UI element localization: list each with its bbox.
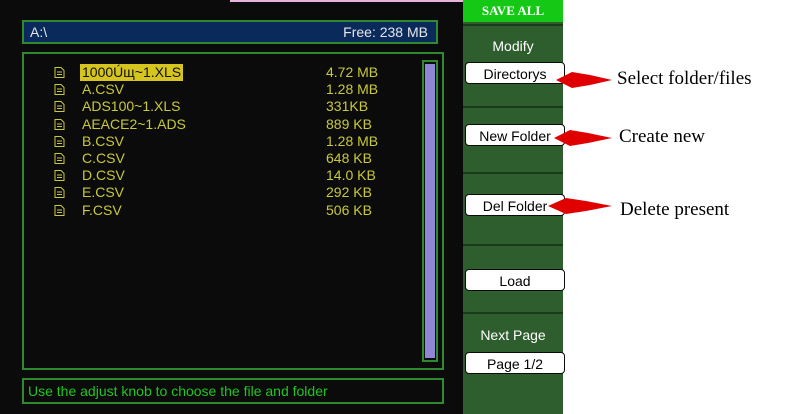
modify-label: Modify xyxy=(492,38,534,54)
file-row[interactable]: ADS100~1.XLS 331KB xyxy=(54,98,414,115)
file-name: 1000Úщ~1.XLS xyxy=(80,64,184,81)
file-size: 292 KB xyxy=(326,184,372,201)
file-row[interactable]: E.CSV 292 KB xyxy=(54,184,414,201)
document-icon xyxy=(54,187,65,199)
path-bar: A:\ Free: 238 MB xyxy=(22,20,438,44)
file-browser-panel: 1000Úщ~1.XLS 4.72 MB A.CSV 1.28 MB ADS100~1.… xyxy=(22,52,444,370)
arrow-pointer-icon xyxy=(548,198,612,214)
file-name: C.CSV xyxy=(82,149,125,166)
menu-separator xyxy=(463,106,563,108)
document-icon xyxy=(54,84,65,96)
file-size: 1.28 MB xyxy=(326,81,379,98)
hint-bar: Use the adjust knob to choose the file a… xyxy=(22,378,444,404)
directorys-button[interactable]: Directorys xyxy=(465,62,565,84)
file-name: E.CSV xyxy=(82,184,125,201)
document-icon xyxy=(54,101,65,113)
next-page-label: Next Page xyxy=(480,327,546,343)
document-icon xyxy=(54,204,65,216)
file-row[interactable]: AEACE2~1.ADS 889 KB xyxy=(54,116,414,133)
file-list: 1000Úщ~1.XLS 4.72 MB A.CSV 1.28 MB ADS100~1.… xyxy=(54,64,414,219)
annotation-create: Create new xyxy=(619,126,705,147)
file-name: F.CSV xyxy=(82,201,122,218)
current-path: A:\ xyxy=(30,24,48,40)
menu-separator xyxy=(463,312,563,314)
file-size: 889 KB xyxy=(326,115,372,132)
free-space: Free: 238 MB xyxy=(343,24,428,40)
document-icon xyxy=(54,170,65,182)
menu-header: SAVE ALL xyxy=(463,0,563,22)
file-name: AEACE2~1.ADS xyxy=(82,115,186,132)
top-strip xyxy=(0,0,463,7)
new-folder-button[interactable]: New Folder xyxy=(465,124,565,146)
document-icon xyxy=(54,152,65,164)
document-icon xyxy=(54,118,65,130)
file-size: 506 KB xyxy=(326,201,372,218)
file-row[interactable]: A.CSV 1.28 MB xyxy=(54,81,414,98)
arrow-pointer-icon xyxy=(556,72,612,88)
menu-separator xyxy=(463,172,563,174)
file-size: 4.72 MB xyxy=(326,64,379,80)
document-icon xyxy=(54,67,65,78)
load-button[interactable]: Load xyxy=(465,269,565,291)
file-row[interactable]: B.CSV 1.28 MB xyxy=(54,133,414,150)
file-size: 14.0 KB xyxy=(326,167,376,184)
file-row[interactable]: 1000Úщ~1.XLS 4.72 MB xyxy=(54,64,414,81)
file-name: D.CSV xyxy=(82,167,125,184)
file-row[interactable]: D.CSV 14.0 KB xyxy=(54,167,414,184)
menu-separator xyxy=(463,24,563,26)
file-size: 648 KB xyxy=(326,149,372,166)
menu-separator xyxy=(463,244,563,246)
file-size: 331KB xyxy=(326,98,369,115)
arrow-pointer-icon xyxy=(554,130,612,146)
file-name: B.CSV xyxy=(82,132,125,149)
file-name: ADS100~1.XLS xyxy=(82,98,181,115)
file-row[interactable]: C.CSV 648 KB xyxy=(54,150,414,167)
scrollbar[interactable] xyxy=(422,60,438,362)
file-size: 1.28 MB xyxy=(326,132,379,149)
file-name: A.CSV xyxy=(82,81,125,98)
page-button[interactable]: Page 1/2 xyxy=(465,352,565,374)
document-icon xyxy=(54,135,65,147)
scrollbar-thumb[interactable] xyxy=(425,64,435,358)
annotation-delete: Delete present xyxy=(620,199,730,220)
file-row[interactable]: F.CSV 506 KB xyxy=(54,202,414,219)
annotation-select: Select folder/files xyxy=(617,68,752,89)
